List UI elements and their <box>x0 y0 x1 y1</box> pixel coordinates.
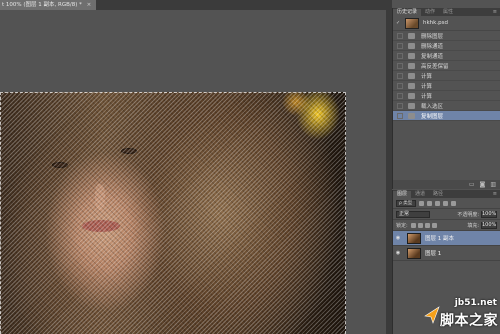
history-state-icon <box>408 112 415 119</box>
tab-paths[interactable]: 路径 <box>429 191 447 198</box>
camera-icon[interactable]: ◙ <box>480 181 486 188</box>
document-tab-title: t 100% (图层 1 副本, RGB/8) * <box>2 2 82 8</box>
history-item[interactable]: 复制通道 <box>393 51 500 61</box>
history-list: 删除图层 删除通道 复制通道 高反差保留 计算 计算 计算 载入选区 复制图层 <box>393 31 500 121</box>
halftone-texture <box>0 92 346 334</box>
history-panel-header: 历史记录 动作 属性 ≡ <box>393 8 500 16</box>
watermark-url: jb51.net <box>454 298 497 308</box>
shape-filter-icon[interactable] <box>443 200 448 206</box>
history-item[interactable]: 高反差保留 <box>393 61 500 71</box>
layers-panel-header: 图层 通道 路径 ≡ <box>393 190 500 198</box>
type-filter-icon[interactable] <box>435 200 440 206</box>
tab-channels[interactable]: 通道 <box>411 191 429 198</box>
pixel-filter-icon[interactable] <box>419 200 424 206</box>
history-item-label: 计算 <box>421 83 433 90</box>
smart-object-filter-icon[interactable] <box>451 200 456 206</box>
tab-history[interactable]: 历史记录 <box>393 9 422 16</box>
history-item-label: 高反差保留 <box>421 63 449 70</box>
history-source-checkbox[interactable] <box>397 52 403 59</box>
site-watermark: jb51.net 脚本之家 <box>424 290 500 334</box>
layer-name[interactable]: 图层 1 副本 <box>425 234 454 242</box>
history-item-label: 复制通道 <box>421 53 444 60</box>
visibility-eye-icon[interactable]: ◉ <box>393 250 403 256</box>
history-state-icon <box>408 52 415 59</box>
panel-menu-icon[interactable]: ≡ <box>493 9 497 16</box>
watermark-name: 脚本之家 <box>440 313 498 329</box>
history-item-label: 计算 <box>421 93 433 100</box>
lock-image-icon[interactable] <box>417 222 423 228</box>
history-item-selected[interactable]: 复制图层 <box>393 111 500 121</box>
opacity-label: 不透明度: <box>457 211 479 218</box>
tab-layers[interactable]: 图层 <box>393 191 412 198</box>
history-state-icon <box>408 32 415 39</box>
history-state-icon <box>408 72 415 79</box>
history-source-checkbox[interactable] <box>397 72 403 79</box>
history-source-checkbox[interactable] <box>397 112 403 119</box>
snapshot-thumbnail <box>405 17 419 29</box>
snapshot-source-check-icon[interactable]: ✓ <box>396 20 402 26</box>
history-state-icon <box>408 102 415 109</box>
history-source-checkbox[interactable] <box>397 32 403 39</box>
history-item-label: 计算 <box>421 73 433 80</box>
trash-icon[interactable]: ▥ <box>490 181 496 188</box>
fill-input[interactable]: 100% <box>481 221 497 229</box>
panel-menu-icon[interactable]: ≡ <box>493 191 497 198</box>
layer-thumbnail <box>407 247 421 259</box>
lock-row: 锁定: 填充: 100% <box>393 220 500 231</box>
layer-filter-bar: ρ 类型 <box>393 198 500 209</box>
lock-position-icon[interactable] <box>424 222 430 228</box>
tab-strip <box>96 0 386 10</box>
new-doc-from-state-icon[interactable]: ▭ <box>469 181 475 188</box>
fill-label: 填充: <box>467 222 479 229</box>
history-panel: 历史记录 动作 属性 ≡ ✓ hkhk.psd 删除图层 删除通道 复制通道 高… <box>392 8 500 189</box>
history-item-label: 删除图层 <box>421 33 444 40</box>
lock-all-icon[interactable] <box>431 222 437 228</box>
history-item[interactable]: 计算 <box>393 71 500 81</box>
history-source-checkbox[interactable] <box>397 82 403 89</box>
layer-row[interactable]: ◉ 图层 1 <box>393 246 500 261</box>
history-state-icon <box>408 92 415 99</box>
canvas-area[interactable] <box>0 10 386 334</box>
history-item-label: 载入选区 <box>421 103 444 110</box>
adjustment-filter-icon[interactable] <box>427 200 432 206</box>
tab-properties[interactable]: 属性 <box>439 9 457 16</box>
document-image[interactable] <box>0 92 346 334</box>
blend-mode-select[interactable]: 正常 <box>396 210 430 218</box>
tab-actions[interactable]: 动作 <box>421 9 439 16</box>
layer-thumbnail <box>407 232 421 244</box>
blend-row: 正常 不透明度: 100% <box>393 209 500 220</box>
history-footer: ▭ ◙ ▥ <box>393 180 500 189</box>
layer-kind-select[interactable]: ρ 类型 <box>396 199 416 207</box>
history-item[interactable]: 计算 <box>393 91 500 101</box>
snapshot-name: hkhk.psd <box>423 20 448 26</box>
history-source-checkbox[interactable] <box>397 102 403 109</box>
watermark-logo-icon <box>424 306 440 324</box>
history-item-label: 删除通道 <box>421 43 444 50</box>
history-item[interactable]: 删除通道 <box>393 41 500 51</box>
document-tab[interactable]: t 100% (图层 1 副本, RGB/8) * × <box>0 0 96 10</box>
visibility-eye-icon[interactable]: ◉ <box>393 235 403 241</box>
layer-name[interactable]: 图层 1 <box>425 249 441 257</box>
opacity-input[interactable]: 100% <box>481 210 497 218</box>
close-tab-icon[interactable]: × <box>87 2 92 8</box>
history-source-checkbox[interactable] <box>397 92 403 99</box>
layer-row-selected[interactable]: ◉ 图层 1 副本 <box>393 231 500 246</box>
history-source-checkbox[interactable] <box>397 42 403 49</box>
history-item[interactable]: 删除图层 <box>393 31 500 41</box>
history-state-icon <box>408 82 415 89</box>
history-state-icon <box>408 42 415 49</box>
lock-transparent-icon[interactable] <box>410 222 416 228</box>
history-item[interactable]: 计算 <box>393 81 500 91</box>
history-item-label: 复制图层 <box>421 113 444 120</box>
history-state-icon <box>408 62 415 69</box>
history-snapshot[interactable]: ✓ hkhk.psd <box>393 16 500 31</box>
history-item[interactable]: 载入选区 <box>393 101 500 111</box>
history-source-checkbox[interactable] <box>397 62 403 69</box>
lock-label: 锁定: <box>396 222 408 229</box>
